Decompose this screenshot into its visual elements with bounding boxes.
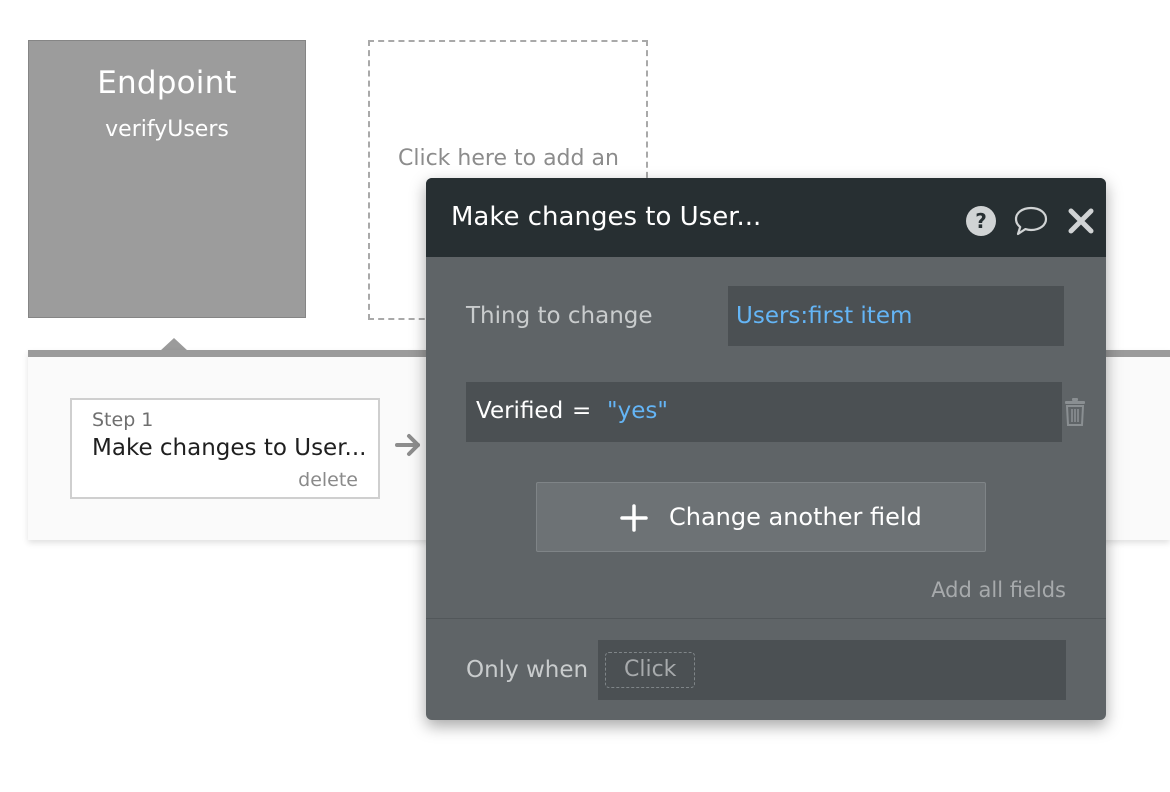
- arrow-right-icon: [395, 434, 420, 456]
- change-another-field-button[interactable]: Change another field: [536, 482, 986, 552]
- field-assignment-row[interactable]: Verified = "yes": [466, 382, 1062, 442]
- editor-header: Make changes to User... ?: [426, 178, 1106, 257]
- close-icon[interactable]: [1067, 207, 1095, 235]
- step-number: Step 1: [92, 409, 154, 431]
- only-when-label: Only when: [466, 657, 589, 683]
- step-delete-link[interactable]: delete: [298, 469, 358, 491]
- add-event-label: Click here to add an: [398, 146, 619, 171]
- only-when-click-placeholder[interactable]: Click: [605, 652, 696, 688]
- trigger-title: Endpoint: [97, 65, 237, 101]
- endpoint-trigger-card[interactable]: Endpoint verifyUsers: [28, 40, 306, 318]
- editor-title: Make changes to User...: [451, 202, 762, 232]
- thing-to-change-value: Users:first item: [736, 303, 913, 329]
- step-name: Make changes to User...: [92, 435, 367, 461]
- plus-icon: [620, 504, 648, 532]
- help-icon[interactable]: ?: [965, 205, 997, 237]
- trigger-endpoint-name: verifyUsers: [105, 117, 229, 142]
- change-another-field-label: Change another field: [669, 503, 922, 531]
- only-when-field[interactable]: Click: [598, 640, 1066, 700]
- add-all-fields-link[interactable]: Add all fields: [931, 578, 1066, 602]
- field-name: Verified: [476, 398, 564, 424]
- field-value[interactable]: "yes": [607, 398, 668, 424]
- footer-divider: [426, 618, 1106, 619]
- comment-icon[interactable]: [1013, 205, 1049, 237]
- action-property-editor: Make changes to User... ? Thing to chang…: [426, 178, 1106, 720]
- svg-text:?: ?: [975, 209, 987, 233]
- workflow-step-card[interactable]: Step 1 Make changes to User... delete: [70, 398, 380, 499]
- trash-icon[interactable]: [1063, 397, 1087, 427]
- thing-to-change-label: Thing to change: [466, 303, 653, 329]
- field-operator: =: [572, 398, 592, 424]
- thing-to-change-field[interactable]: Users:first item: [728, 286, 1064, 346]
